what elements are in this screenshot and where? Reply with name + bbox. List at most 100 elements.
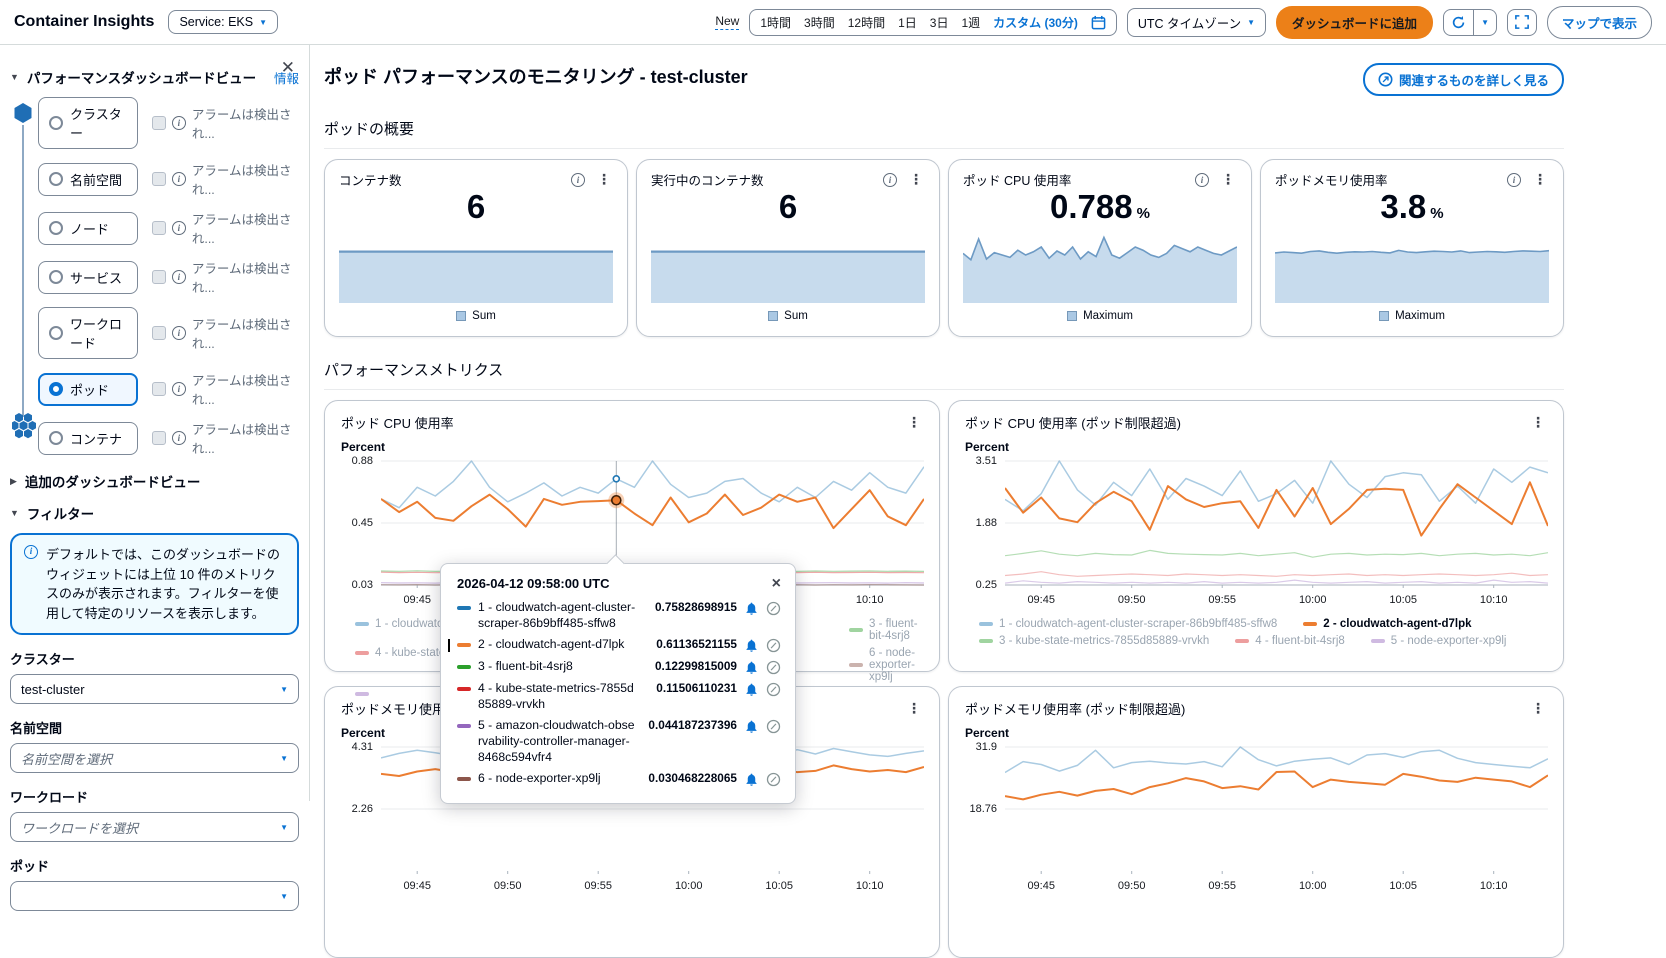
- info-icon[interactable]: i: [171, 116, 186, 130]
- create-alarm-bell-icon[interactable]: [744, 660, 759, 675]
- y-tick-label: 31.9: [975, 741, 997, 753]
- section-filters[interactable]: ▼ フィルター: [10, 503, 299, 523]
- create-alarm-bell-icon[interactable]: [744, 682, 759, 697]
- legend-item[interactable]: 1 - cloudwatch-agent-cluster-scraper-86b…: [979, 618, 1277, 630]
- section-additional-views[interactable]: ▶ 追加のダッシュボードビュー: [10, 471, 299, 491]
- card-value: 6: [778, 188, 798, 225]
- card-value: 6: [466, 188, 486, 225]
- info-icon[interactable]: i: [1507, 172, 1521, 187]
- view-option[interactable]: 名前空間: [38, 162, 138, 196]
- card-sparkline[interactable]: [339, 227, 613, 305]
- alarm-checkbox[interactable]: [151, 172, 166, 186]
- time-range-button[interactable]: 3時間: [804, 14, 835, 31]
- isolate-metric-icon[interactable]: [766, 660, 781, 675]
- create-alarm-bell-icon[interactable]: [744, 772, 759, 787]
- isolate-metric-icon[interactable]: [766, 772, 781, 787]
- legend-item[interactable]: 3 - fluent-bit-4srj8: [849, 618, 923, 642]
- view-option[interactable]: クラスター: [38, 97, 138, 149]
- info-icon[interactable]: i: [883, 172, 897, 187]
- card-sparkline[interactable]: [651, 227, 925, 305]
- create-alarm-bell-icon[interactable]: [744, 719, 759, 734]
- time-range-button[interactable]: 1週: [961, 14, 980, 31]
- legend-item[interactable]: 5 - node-exporter-xp9lj: [1370, 635, 1506, 647]
- create-alarm-bell-icon[interactable]: [744, 601, 759, 616]
- service-selector[interactable]: Service: EKS ▼: [168, 10, 279, 34]
- legend-item[interactable]: 6 - node-exporter-xp9lj: [849, 647, 923, 683]
- fullscreen-button[interactable]: [1506, 8, 1537, 36]
- x-tick-label: 09:45: [1027, 880, 1055, 892]
- view-option[interactable]: サービス: [38, 260, 138, 294]
- x-tick-label: 09:50: [1117, 594, 1146, 606]
- refresh-options-button[interactable]: ▼: [1474, 8, 1497, 36]
- x-tick-label: 10:05: [1389, 594, 1417, 606]
- info-icon[interactable]: i: [571, 172, 585, 187]
- info-icon[interactable]: i: [171, 221, 186, 235]
- alarm-status-text: アラームは検出され...: [191, 318, 292, 351]
- series-swatch: [457, 687, 471, 691]
- alarm-checkbox[interactable]: [151, 382, 166, 396]
- info-icon[interactable]: i: [171, 326, 186, 340]
- chart-menu-icon[interactable]: ⋮: [905, 700, 923, 717]
- add-to-dashboard-button[interactable]: ダッシュボードに追加: [1276, 5, 1434, 39]
- hexagon-icon: [14, 103, 32, 123]
- alarm-checkbox[interactable]: [151, 221, 166, 235]
- isolate-metric-icon[interactable]: [766, 601, 781, 616]
- time-range-button[interactable]: 1日: [898, 14, 917, 31]
- info-icon[interactable]: i: [1195, 172, 1209, 187]
- isolate-metric-icon[interactable]: [766, 638, 781, 653]
- isolate-metric-icon[interactable]: [766, 682, 781, 697]
- time-range-button[interactable]: 3日: [930, 14, 949, 31]
- isolate-metric-icon[interactable]: [766, 719, 781, 734]
- map-view-button[interactable]: マップで表示: [1546, 5, 1652, 39]
- section-performance-views[interactable]: ▼ パフォーマンスダッシュボードビュー 情報: [10, 67, 299, 87]
- alarm-checkbox[interactable]: [151, 431, 166, 445]
- view-row: 名前空間 i アラームは検出され...: [38, 160, 299, 198]
- view-option[interactable]: ノード: [38, 211, 138, 245]
- legend-item[interactable]: 2 - cloudwatch-agent-d7lpk: [1303, 618, 1472, 630]
- chart-plot[interactable]: [1004, 744, 1549, 874]
- card-menu-icon[interactable]: ⋮: [1531, 171, 1549, 188]
- filter-select[interactable]: 名前空間を選択 ▼: [10, 743, 299, 773]
- info-icon[interactable]: i: [171, 431, 186, 445]
- calendar-icon[interactable]: [1091, 15, 1106, 30]
- chart-menu-icon[interactable]: ⋮: [1529, 700, 1547, 717]
- view-option[interactable]: コンテナ: [38, 421, 138, 455]
- tooltip-row: 1 - cloudwatch-agent-cluster-scraper-86b…: [457, 600, 781, 631]
- series-label: 2 - cloudwatch-agent-d7lpk: [478, 637, 625, 652]
- alarm-checkbox[interactable]: [151, 270, 166, 284]
- close-icon[interactable]: ×: [772, 576, 781, 592]
- chart-menu-icon[interactable]: ⋮: [905, 414, 923, 431]
- card-sparkline[interactable]: [963, 227, 1237, 305]
- chart-menu-icon[interactable]: ⋮: [1529, 414, 1547, 431]
- y-tick-label: 1.88: [975, 517, 997, 529]
- card-menu-icon[interactable]: ⋮: [907, 171, 925, 188]
- timezone-selector[interactable]: UTC タイムゾーン ▼: [1126, 7, 1267, 37]
- filter-select[interactable]: ワークロードを選択 ▼: [10, 812, 299, 842]
- time-range-button[interactable]: 12時間: [848, 14, 885, 31]
- alarm-checkbox[interactable]: [151, 326, 166, 340]
- filter-select[interactable]: ▼: [10, 881, 299, 911]
- card-legend: Maximum: [963, 310, 1237, 322]
- time-range-custom[interactable]: カスタム (30分): [993, 14, 1078, 31]
- series-label: 1 - cloudwatch-agent-cluster-scraper-86b…: [478, 600, 636, 630]
- card-sparkline[interactable]: [1275, 227, 1549, 305]
- info-icon[interactable]: i: [171, 382, 186, 396]
- filter-select[interactable]: test-cluster ▼: [10, 674, 299, 704]
- view-related-button[interactable]: 関連するものを詳しく見る: [1362, 63, 1564, 96]
- time-range-button[interactable]: 1時間: [760, 14, 791, 31]
- view-option[interactable]: ポッド: [38, 372, 138, 406]
- alarm-checkbox[interactable]: [151, 116, 166, 130]
- info-icon[interactable]: i: [171, 270, 186, 284]
- chart-plot[interactable]: [1004, 458, 1549, 588]
- view-option[interactable]: ワークロード: [38, 307, 138, 359]
- card-menu-icon[interactable]: ⋮: [1219, 171, 1237, 188]
- filter-select-value: test-cluster: [21, 681, 85, 697]
- create-alarm-bell-icon[interactable]: [744, 638, 759, 653]
- legend-item[interactable]: 3 - kube-state-metrics-7855d85889-vrvkh: [979, 635, 1209, 647]
- info-icon[interactable]: i: [171, 172, 186, 186]
- refresh-button[interactable]: [1443, 8, 1475, 36]
- card-menu-icon[interactable]: ⋮: [595, 171, 613, 188]
- close-icon[interactable]: ✕: [281, 59, 295, 76]
- legend-item[interactable]: 4 - fluent-bit-4srj8: [1235, 635, 1345, 647]
- legend-swatch: [1067, 310, 1078, 321]
